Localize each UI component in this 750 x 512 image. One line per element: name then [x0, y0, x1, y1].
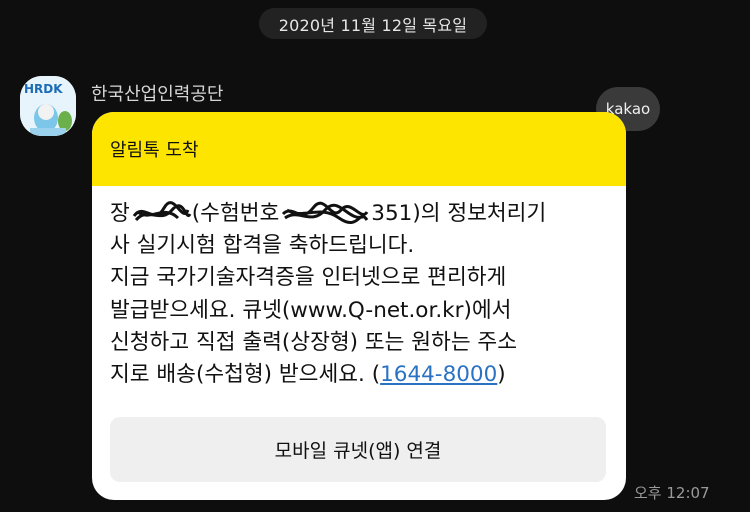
- hrdk-logo-icon: HRDK: [20, 76, 76, 136]
- body-text: 장: [110, 201, 130, 226]
- message-time: 오후 12:07: [634, 484, 710, 502]
- body-text: 351)의 정보처리기: [371, 201, 547, 226]
- date-divider: 2020년 11월 12일 목요일: [259, 8, 487, 39]
- body-text: 지로 배송(수첩형) 받으세요. (: [110, 362, 381, 388]
- sender-avatar[interactable]: HRDK: [20, 76, 76, 136]
- header-title: 알림톡 도착: [110, 140, 199, 161]
- body-line-2: 사 실기시험 합격을 축하드립니다.: [110, 233, 415, 259]
- redaction-scribble-icon: [282, 201, 369, 225]
- sender-name: 한국산업인력공단: [91, 84, 224, 105]
- body-line-1: 장 (수험번호 351)의 정보처리기: [110, 198, 608, 230]
- body-line-3: 지금 국가기술자격증을 인터넷으로 편리하게: [110, 265, 507, 291]
- avatar-text: HRDK: [24, 82, 63, 96]
- phone-link[interactable]: 1644-8000: [380, 362, 497, 387]
- message-body: 장 (수험번호 351)의 정보처리기 사 실기시험 합격을 축하드립니다. 지금 …: [92, 186, 626, 391]
- redaction-scribble-icon: [132, 201, 192, 222]
- bubble-header: 알림톡 도착: [92, 112, 626, 186]
- body-text: (수험번호: [191, 201, 280, 226]
- body-line-6: 지로 배송(수첩형) 받으세요. (1644-8000): [110, 359, 608, 391]
- mobile-qnet-app-button[interactable]: 모바일 큐넷(앱) 연결: [110, 417, 606, 482]
- body-line-5: 신청하고 직접 출력(상장형) 또는 원하는 주소: [110, 329, 517, 355]
- body-line-4: 발급받으세요. 큐넷(www.Q-net.or.kr)에서: [110, 297, 512, 323]
- alimtalk-bubble: 알림톡 도착 장 (수험번호 351)의 정보처리기 사 실기시험 합격을 축하드립…: [92, 112, 626, 500]
- body-text: ): [497, 362, 506, 388]
